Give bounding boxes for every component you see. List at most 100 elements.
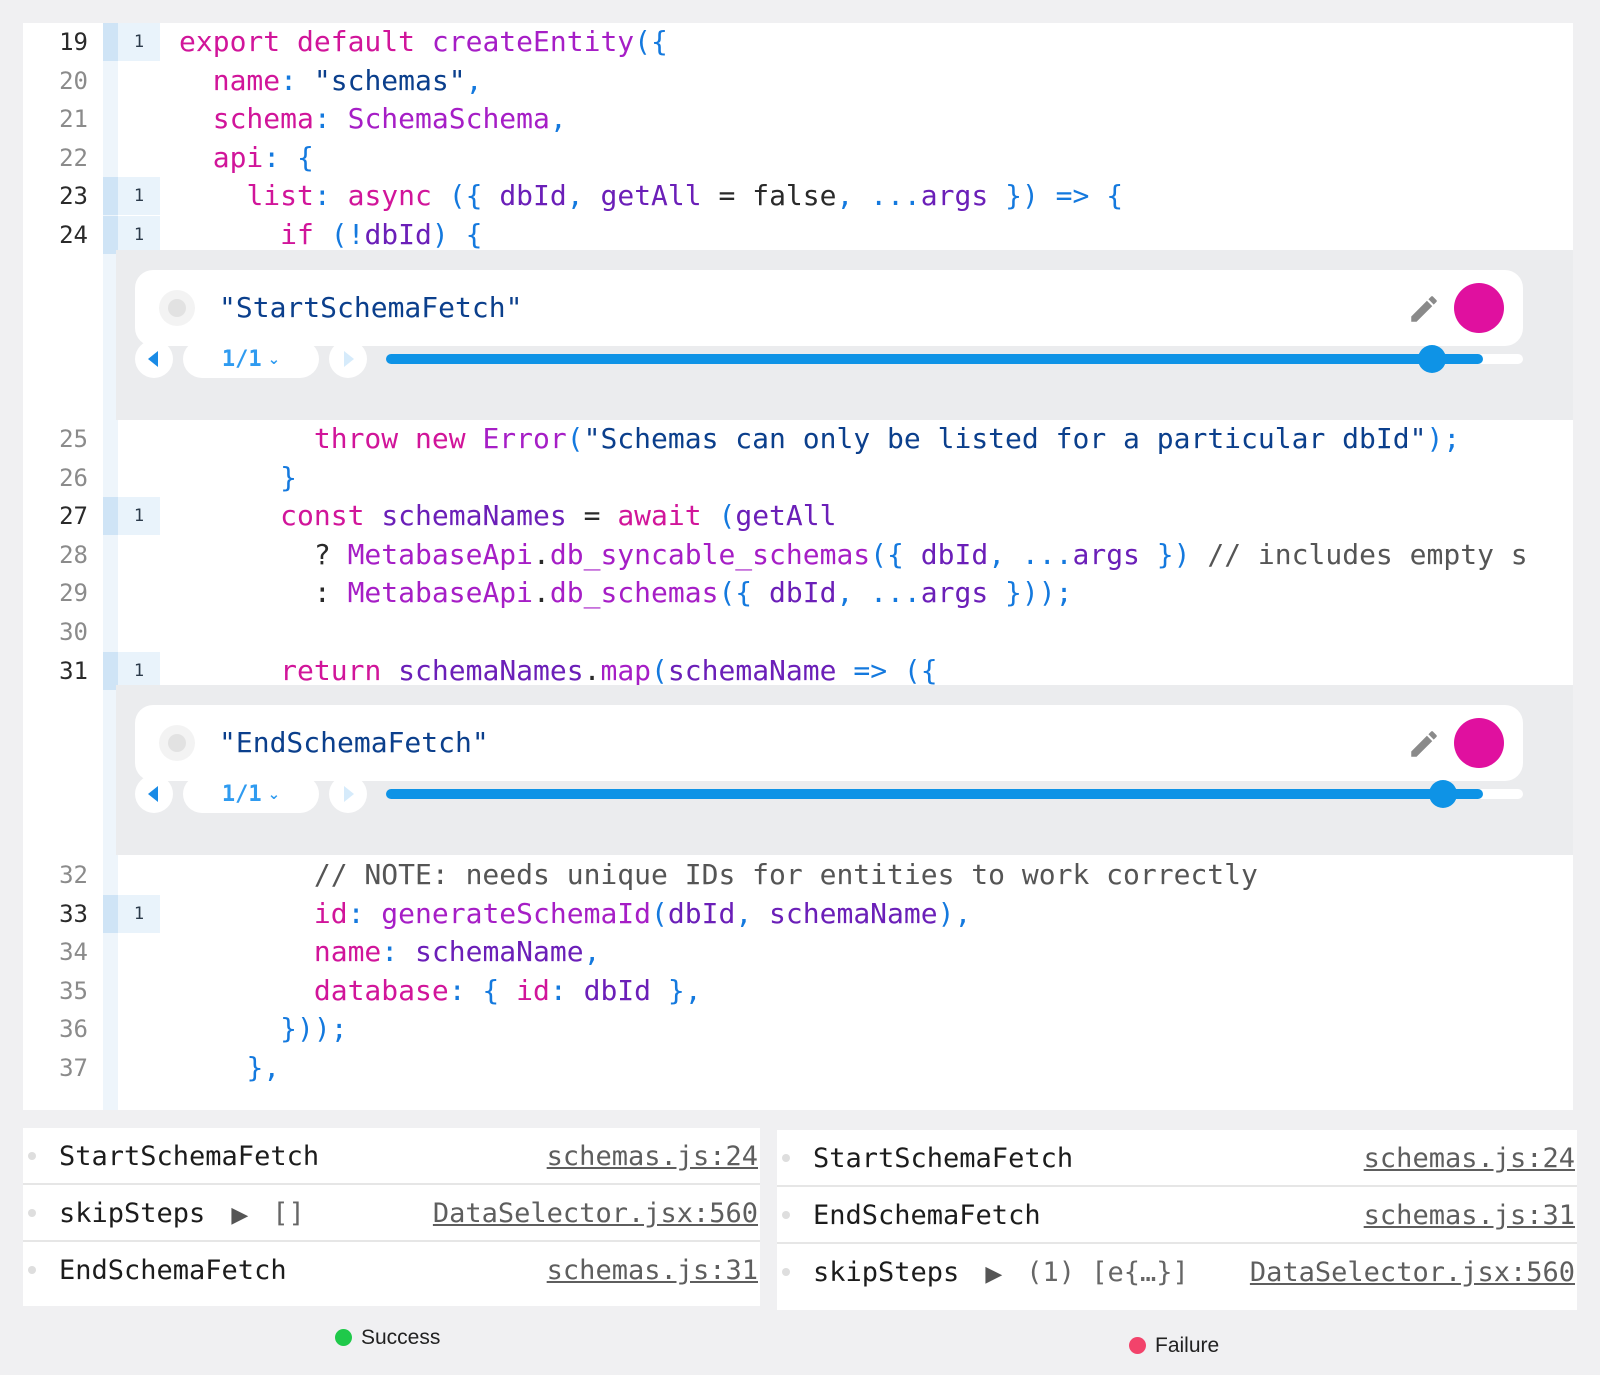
legend-failure-label: Failure [1155, 1334, 1220, 1357]
source-link[interactable]: schemas.js:24 [1364, 1130, 1575, 1187]
timeline-thumb[interactable] [1418, 345, 1447, 373]
logpoint-toggle-icon[interactable] [159, 290, 195, 326]
code-line: 22 api: { [23, 139, 1573, 177]
source-link[interactable]: schemas.js:24 [547, 1128, 758, 1185]
code-editor: 19 1 export default createEntity({20 name:… [23, 23, 1573, 1110]
code-text: if (!dbId) { [179, 216, 482, 254]
hit-count: 1 [133, 903, 145, 924]
breakpoint-marker[interactable] [103, 894, 118, 933]
code-text: ? MetabaseApi.db_syncable_schemas({ dbId… [179, 536, 1528, 574]
chevron-down-icon: ⌄ [267, 350, 281, 368]
console-failure: StartSchemaFetch schemas.js:24 EndSchemaFe… [777, 1130, 1577, 1310]
code-token: getAll [600, 179, 702, 213]
console-message: EndSchemaFetch [813, 1187, 1041, 1244]
code-token: ( [718, 499, 736, 533]
console-value[interactable]: (1) [e{…}] [1026, 1257, 1189, 1288]
source-link[interactable]: DataSelector.jsx:560 [1250, 1244, 1575, 1301]
breakpoint-marker[interactable] [103, 651, 118, 690]
console-message-text: skipSteps [813, 1257, 960, 1288]
hit-counter-dropdown[interactable]: 1/1 ⌄ [183, 775, 319, 813]
line-number: 22 [59, 143, 88, 172]
code-token: schemaName [415, 935, 584, 969]
console-message-text: StartSchemaFetch [813, 1143, 1074, 1174]
breakpoint-marker[interactable] [103, 497, 118, 536]
code-token: throw new [313, 422, 483, 455]
expand-triangle-icon[interactable]: ▶ [985, 1262, 1002, 1287]
code-text: name: schemaName, [179, 933, 601, 971]
code-token: : [313, 179, 348, 213]
previous-hit-button[interactable] [135, 340, 173, 378]
logpoint-color-swatch[interactable] [1454, 718, 1504, 768]
hit-count: 1 [133, 660, 145, 681]
console-message: skipSteps ▶ [] [59, 1185, 305, 1244]
pencil-icon[interactable] [1407, 292, 1441, 326]
bullet-icon [782, 1211, 790, 1219]
logpoint-expression[interactable]: "EndSchemaFetch" [219, 705, 489, 781]
code-token: Error [482, 422, 567, 455]
line-number: 29 [59, 579, 88, 608]
code-token: dbId [583, 973, 652, 1007]
logpoint-color-swatch[interactable] [1454, 283, 1504, 333]
code-token: // NOTE: needs unique IDs for entities t… [313, 858, 1258, 891]
code-token: = [566, 499, 618, 533]
code-line: 32 // NOTE: needs unique IDs for entitie… [23, 856, 1573, 894]
code-token: , [465, 63, 483, 97]
code-token: createEntity [431, 25, 635, 58]
code-line: 26 } [23, 459, 1573, 497]
logpoint-card[interactable]: "EndSchemaFetch" [135, 705, 1523, 781]
console-message-text: skipSteps [59, 1198, 206, 1229]
logpoint-panel-end: "EndSchemaFetch" 1/1 ⌄ [116, 685, 1573, 855]
line-number: 19 [59, 28, 88, 56]
source-link[interactable]: schemas.js:31 [1364, 1187, 1575, 1244]
timeline-slider[interactable] [386, 780, 1523, 808]
code-token: async [347, 179, 449, 213]
next-hit-button[interactable] [329, 775, 367, 813]
source-link[interactable]: schemas.js:31 [547, 1242, 758, 1299]
hit-counter-dropdown[interactable]: 1/1 ⌄ [183, 340, 319, 378]
code-line: 36 })); [23, 1010, 1573, 1048]
code-token: return [280, 653, 399, 687]
hit-count: 1 [133, 225, 145, 245]
pencil-icon[interactable] [1407, 727, 1441, 761]
breakpoint-marker[interactable] [103, 23, 118, 61]
code-token: await [617, 499, 719, 533]
code-line: 21 schema: SchemaSchema, [23, 100, 1573, 138]
code-token: => ({ [836, 653, 938, 687]
code-token: })); [988, 576, 1073, 610]
code-token: dbId [769, 576, 837, 610]
logpoint-card[interactable]: "StartSchemaFetch" [135, 270, 1523, 346]
logpoint-expression[interactable]: "StartSchemaFetch" [219, 270, 522, 346]
source-link[interactable]: DataSelector.jsx:560 [433, 1185, 758, 1242]
code-token: ({ [718, 576, 770, 610]
timeline-thumb[interactable] [1429, 780, 1458, 808]
logpoint-toggle-icon[interactable] [159, 725, 195, 761]
expand-triangle-icon[interactable]: ▶ [231, 1203, 248, 1228]
previous-hit-button[interactable] [135, 775, 173, 813]
bullet-icon [782, 1154, 790, 1162]
code-token: (! [330, 218, 365, 251]
breakpoint-marker[interactable] [103, 177, 118, 216]
timeline-slider[interactable] [386, 345, 1523, 373]
line-number: 37 [59, 1054, 88, 1082]
legend-success-label: Success [361, 1326, 441, 1349]
code-token: : [313, 576, 348, 610]
console-message-text: StartSchemaFetch [59, 1141, 320, 1172]
code-token: schema [212, 102, 314, 136]
breakpoint-marker[interactable] [103, 216, 118, 254]
line-number: 31 [59, 656, 88, 685]
code-text: throw new Error("Schemas can only be lis… [179, 420, 1460, 458]
code-text: } [179, 459, 297, 497]
next-hit-button[interactable] [329, 340, 367, 378]
bullet-icon [28, 1152, 36, 1160]
code-text: name: "schemas", [179, 62, 483, 100]
code-token: list [246, 179, 314, 213]
console-value[interactable]: [] [272, 1198, 305, 1229]
